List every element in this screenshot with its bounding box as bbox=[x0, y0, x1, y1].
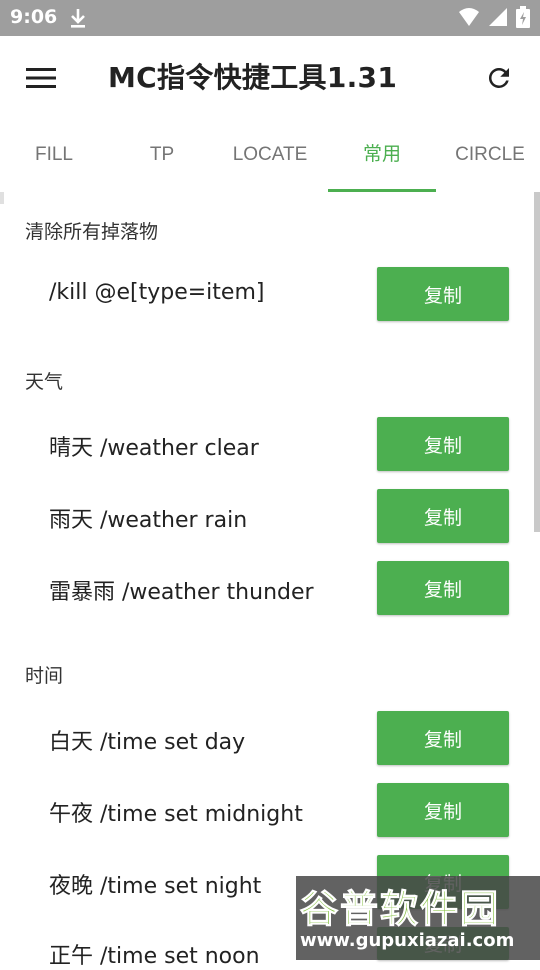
copy-button[interactable]: 复制 bbox=[377, 489, 509, 543]
refresh-icon[interactable] bbox=[484, 63, 514, 93]
section-title: 时间 bbox=[25, 665, 64, 687]
system-icons bbox=[458, 6, 530, 32]
signal-icon bbox=[488, 7, 508, 31]
tab-locate[interactable]: LOCATE bbox=[216, 120, 324, 192]
watermark: 谷普软件园 www.gupuxiazai.com bbox=[296, 876, 540, 960]
tab-bar: FILL TP LOCATE 常用 CIRCLE bbox=[0, 120, 540, 192]
menu-icon[interactable] bbox=[26, 66, 56, 90]
command-label: 正午 /time set noon bbox=[49, 944, 260, 969]
command-label: 午夜 /time set midnight bbox=[49, 802, 303, 827]
section-title: 清除所有掉落物 bbox=[25, 221, 159, 243]
copy-button[interactable]: 复制 bbox=[377, 267, 509, 321]
command-label: /kill @e[type=item] bbox=[49, 280, 265, 305]
tab-tp[interactable]: TP bbox=[108, 120, 216, 192]
section-title: 天气 bbox=[25, 371, 64, 393]
status-time: 9:06 bbox=[10, 6, 58, 28]
tab-fill[interactable]: FILL bbox=[0, 120, 108, 192]
battery-icon bbox=[516, 6, 530, 32]
status-bar: 9:06 bbox=[0, 0, 540, 36]
app-bar: MC指令快捷工具1.31 bbox=[0, 36, 540, 120]
download-icon bbox=[68, 7, 88, 33]
copy-button[interactable]: 复制 bbox=[377, 711, 509, 765]
wifi-icon bbox=[458, 7, 480, 31]
tab-common[interactable]: 常用 bbox=[328, 120, 436, 192]
copy-button[interactable]: 复制 bbox=[377, 783, 509, 837]
page-title: MC指令快捷工具1.31 bbox=[108, 61, 398, 94]
command-label: 夜晚 /time set night bbox=[49, 874, 262, 899]
copy-button[interactable]: 复制 bbox=[377, 417, 509, 471]
command-label: 白天 /time set day bbox=[49, 730, 246, 755]
watermark-brand: 谷普软件园 bbox=[299, 887, 501, 932]
copy-button[interactable]: 复制 bbox=[377, 561, 509, 615]
tab-circle[interactable]: CIRCLE bbox=[436, 120, 540, 192]
command-label: 雨天 /weather rain bbox=[49, 508, 248, 533]
command-label: 晴天 /weather clear bbox=[49, 436, 259, 461]
tab-common-label: 常用 bbox=[362, 144, 401, 165]
command-label: 雷暴雨 /weather thunder bbox=[49, 580, 314, 605]
watermark-url: www.gupuxiazai.com bbox=[300, 930, 515, 951]
command-list: 清除所有掉落物 /kill @e[type=item] 复制 天气 晴天 /we… bbox=[0, 192, 540, 969]
